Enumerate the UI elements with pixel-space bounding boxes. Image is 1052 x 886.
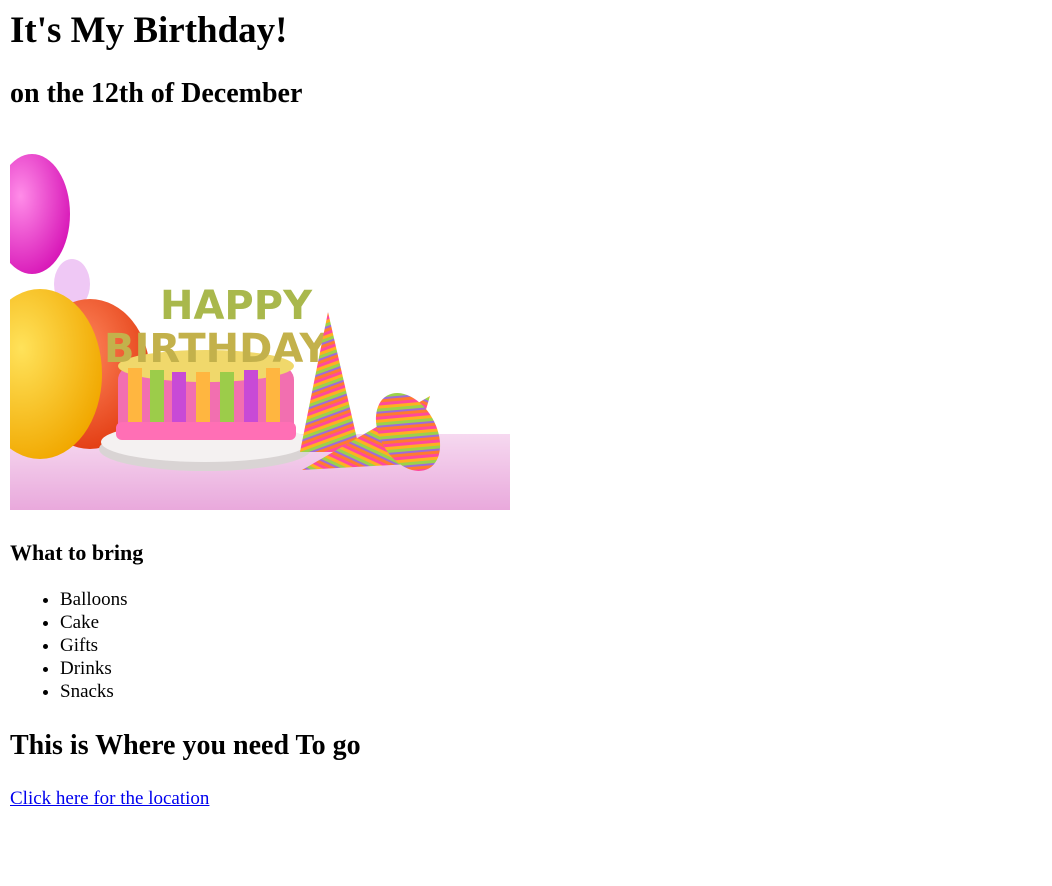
list-item: Balloons xyxy=(60,588,1042,611)
location-heading: This is Where you need To go xyxy=(10,730,361,761)
page-title: It's My Birthday! xyxy=(10,10,288,51)
bring-list: Balloons Cake Gifts Drinks Snacks xyxy=(10,588,1042,703)
birthday-cake-illustration: HAPPY BIRTHDAY xyxy=(10,154,510,510)
list-item: Gifts xyxy=(60,634,1042,657)
event-date: on the 12th of December xyxy=(10,78,303,109)
birthday-text-decoration: BIRTHDAY xyxy=(104,326,329,372)
bring-heading: What to bring xyxy=(10,540,144,565)
list-item: Snacks xyxy=(60,680,1042,703)
location-link[interactable]: Click here for the location xyxy=(10,787,209,810)
list-item: Drinks xyxy=(60,657,1042,680)
happy-text-decoration: HAPPY xyxy=(160,283,313,329)
birthday-cake-image: HAPPY BIRTHDAY xyxy=(10,134,510,510)
list-item: Cake xyxy=(60,611,1042,634)
